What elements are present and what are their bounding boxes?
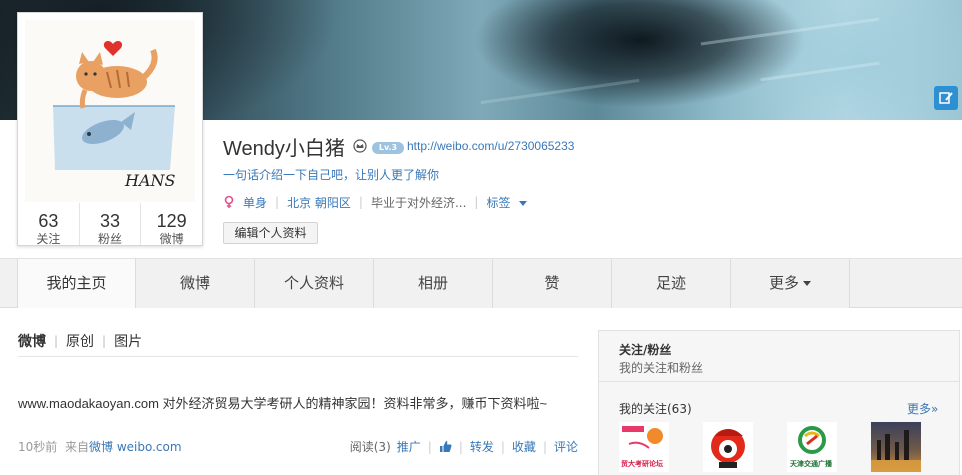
cover-streak <box>700 17 880 46</box>
female-icon <box>224 195 234 208</box>
my-following-label[interactable]: 我的关注(63) <box>619 400 692 417</box>
following-avatar[interactable]: 天津交通广播 <box>787 422 837 472</box>
cover-streak <box>480 78 640 105</box>
more-link[interactable]: 更多» <box>907 400 938 417</box>
stat-posts-count: 129 <box>156 211 187 231</box>
tab-label: 个人资料 <box>283 274 344 292</box>
filter-pictures[interactable]: 图片 <box>114 331 142 351</box>
post-actions: 阅读(3) 推广 | | 转发 | 收藏 | 评论 <box>350 438 578 455</box>
thumbs-up-icon <box>439 440 452 452</box>
favorite-link[interactable]: 收藏 <box>512 438 536 455</box>
stat-followers-label: 粉丝 <box>98 232 123 246</box>
cover-streak <box>760 61 880 82</box>
action-separator: | <box>458 439 463 454</box>
sidebar-subtitle: 我的关注和粉丝 <box>619 361 704 375</box>
stat-followers[interactable]: 33 粉丝 <box>78 203 141 246</box>
action-separator: | <box>427 439 432 454</box>
sidebar-divider <box>599 381 959 382</box>
filter-all-weibo[interactable]: 微博 <box>18 331 46 351</box>
avatar-signature: HANS <box>124 171 176 190</box>
bio-text[interactable]: 一句话介绍一下自己吧，让别人更了解你 <box>223 166 439 183</box>
profile-url-link[interactable]: http://weibo.com/u/2730065233 <box>407 139 574 153</box>
meta-separator: | <box>474 195 479 209</box>
profile-tabs-bar: 我的主页 微博 个人资料 相册 赞 足迹 更多 <box>0 258 962 308</box>
read-count: 阅读(3) <box>349 440 391 454</box>
sidebar-title: 关注/粉丝 <box>619 343 672 357</box>
chevron-down-icon <box>519 200 528 206</box>
stat-posts-label: 微博 <box>159 232 184 246</box>
post-footer: 10秒前 来自微博 weibo.com 阅读(3) 推广 | | 转发 | 收藏… <box>18 438 578 456</box>
edit-icon <box>939 92 953 104</box>
stat-posts[interactable]: 129 微博 <box>140 203 202 246</box>
filter-separator: | <box>54 334 59 348</box>
meta-separator: | <box>358 195 363 209</box>
tab-label: 我的主页 <box>46 274 107 292</box>
tab-weibo[interactable]: 微博 <box>136 259 255 308</box>
tab-profile-info[interactable]: 个人资料 <box>255 259 374 308</box>
following-avatar[interactable] <box>871 422 921 472</box>
tab-label: 更多 <box>768 274 799 292</box>
action-separator: | <box>542 439 547 454</box>
tab-likes[interactable]: 赞 <box>493 259 612 308</box>
chevron-down-icon <box>803 281 811 286</box>
profile-stats: 63 关注 33 粉丝 129 微博 <box>18 203 202 246</box>
feed-divider <box>18 356 578 357</box>
tags-dropdown[interactable]: 标签 <box>486 194 528 211</box>
edit-profile-button[interactable]: 编辑个人资料 <box>223 222 318 244</box>
level-badge[interactable]: Lv.3 <box>372 142 404 154</box>
following-avatar[interactable] <box>703 422 753 472</box>
feed-filter: 微博 | 原创 | 图片 <box>18 331 142 351</box>
following-avatar[interactable]: 贸大考研论坛 <box>619 422 669 472</box>
cover-edit-button[interactable] <box>934 86 958 110</box>
stat-following-count: 63 <box>38 211 59 231</box>
traffic-radio-thumb: 天津交通广播 <box>787 422 837 472</box>
filter-separator: | <box>102 334 107 348</box>
location-link[interactable]: 北京 朝阳区 <box>287 194 351 211</box>
tab-more[interactable]: 更多 <box>731 259 850 308</box>
tab-label: 赞 <box>544 274 560 292</box>
city-night-thumb <box>871 422 921 472</box>
avatar-illustration: HANS <box>25 20 195 202</box>
tags-label: 标签 <box>486 195 511 210</box>
post-source-link[interactable]: 微博 weibo.com <box>89 440 182 454</box>
promote-link[interactable]: 推广 <box>397 438 421 455</box>
follow-sidebar-card: 关注/粉丝 我的关注和粉丝 我的关注(63) 更多» 贸大考研论坛 天津交通广播 <box>598 330 960 475</box>
member-crown-icon[interactable] <box>353 139 367 153</box>
thumb-caption: 天津交通广播 <box>790 459 833 468</box>
action-separator: | <box>500 439 505 454</box>
thumb-caption: 贸大考研论坛 <box>621 459 663 468</box>
tab-album[interactable]: 相册 <box>374 259 493 308</box>
tab-footprints[interactable]: 足迹 <box>612 259 731 308</box>
filter-original[interactable]: 原创 <box>66 331 94 351</box>
repost-link[interactable]: 转发 <box>470 438 494 455</box>
tab-label: 足迹 <box>655 274 686 292</box>
stat-following-label: 关注 <box>36 232 61 246</box>
avatar-card[interactable]: HANS 63 关注 33 粉丝 129 微博 <box>17 12 203 246</box>
stat-followers-count: 33 <box>99 211 121 231</box>
profile-tabs: 我的主页 微博 个人资料 相册 赞 足迹 更多 <box>17 259 850 308</box>
post-source-prefix: 来自 <box>65 440 90 454</box>
tab-label: 微博 <box>179 274 210 292</box>
post-text: www.maodakaoyan.com 对外经济贸易大学考研人的精神家园！资料非… <box>18 396 548 411</box>
like-button[interactable] <box>439 440 452 454</box>
relationship-status[interactable]: 单身 <box>243 194 267 211</box>
red-mascot-thumb <box>703 422 753 472</box>
post-timestamp[interactable]: 10秒前 <box>18 438 57 455</box>
avatar[interactable]: HANS <box>25 20 195 202</box>
comment-link[interactable]: 评论 <box>554 438 578 455</box>
tab-label: 相册 <box>417 274 448 292</box>
tab-home[interactable]: 我的主页 <box>17 259 136 308</box>
meta-separator: | <box>275 195 280 209</box>
forum-logo-thumb: 贸大考研论坛 <box>619 422 669 472</box>
profile-name: Wendy小白猪 <box>223 138 345 160</box>
stat-following[interactable]: 63 关注 <box>18 203 79 246</box>
post-source: 来自微博 weibo.com <box>65 438 182 455</box>
profile-meta-row: 单身 | 北京 朝阳区 | 毕业于对外经济... | 标签 <box>223 193 528 211</box>
school-text[interactable]: 毕业于对外经济... <box>371 194 466 211</box>
